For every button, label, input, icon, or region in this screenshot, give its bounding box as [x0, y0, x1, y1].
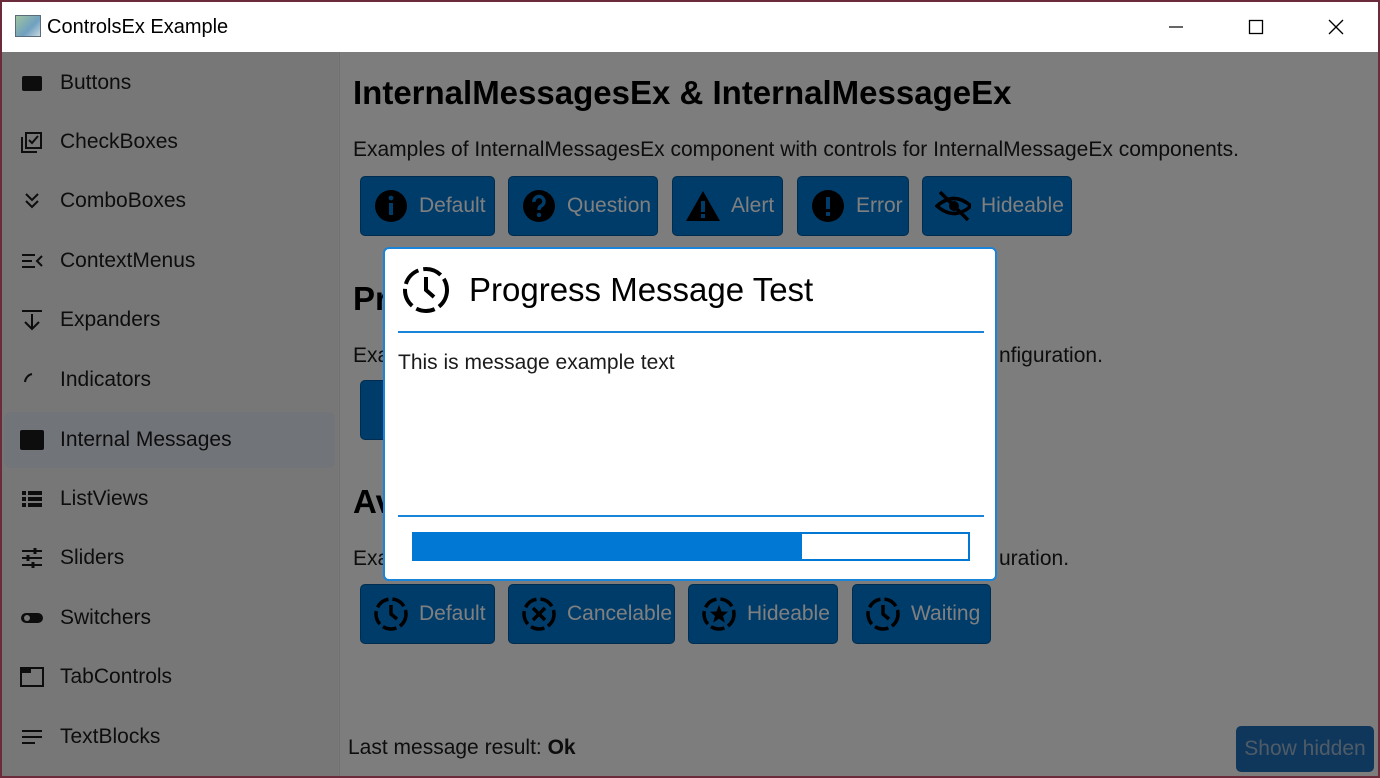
maximize-icon: [1248, 19, 1264, 35]
maximize-button[interactable]: [1216, 2, 1296, 52]
minimize-icon: [1169, 26, 1183, 28]
dialog-title: Progress Message Test: [469, 271, 814, 308]
progress-bar-fill: [414, 534, 802, 559]
app-icon: [15, 15, 41, 37]
close-icon: [1328, 19, 1344, 35]
title-bar[interactable]: ControlsEx Example: [2, 2, 1378, 52]
dialog-message: This is message example text: [398, 351, 675, 374]
close-button[interactable]: [1296, 2, 1376, 52]
clock-icon: [403, 267, 449, 313]
progress-message-dialog: Progress Message Test This is message ex…: [383, 247, 997, 581]
window-title: ControlsEx Example: [47, 16, 229, 38]
dialog-header-divider: [398, 331, 984, 333]
minimize-button[interactable]: [1136, 2, 1216, 52]
dialog-footer-divider: [398, 515, 984, 517]
progress-bar: [412, 532, 970, 561]
